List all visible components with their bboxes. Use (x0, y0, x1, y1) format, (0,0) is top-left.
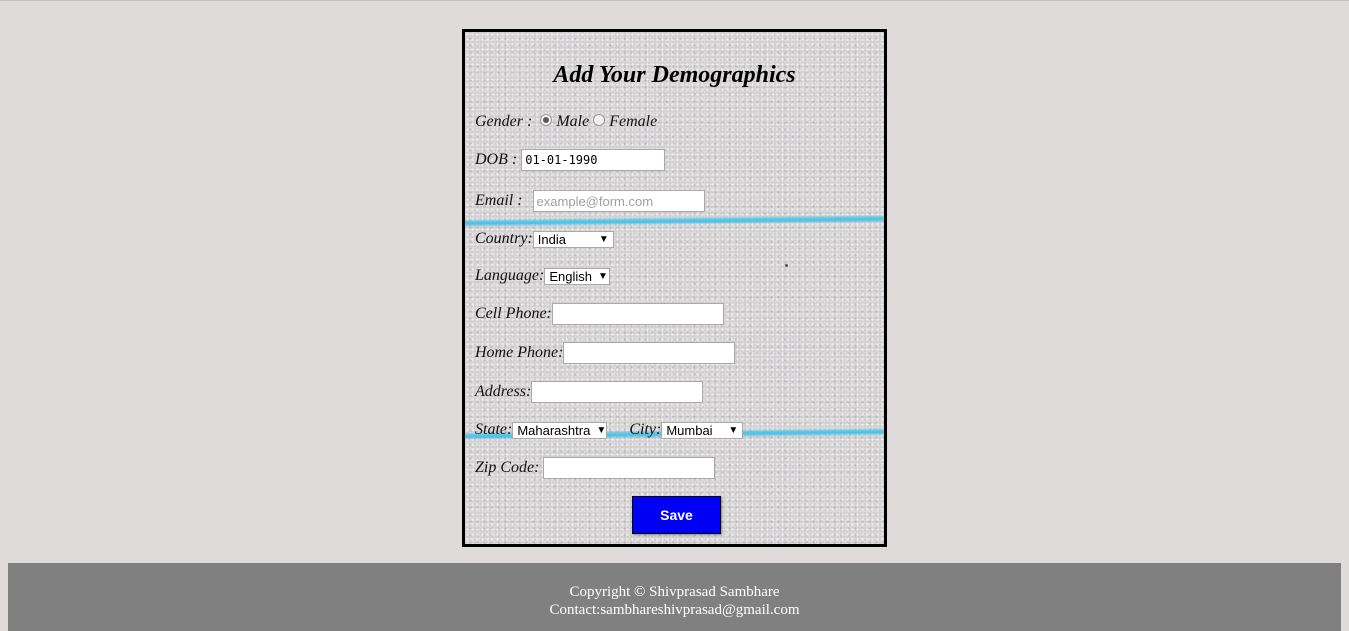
save-button[interactable]: Save (632, 496, 721, 534)
zip-code-row: Zip Code: (475, 456, 716, 480)
address-row: Address: (475, 380, 704, 404)
ruled-line-decoration (465, 214, 884, 228)
gender-female-radio[interactable] (593, 114, 606, 126)
home-phone-label: Home Phone: (475, 344, 564, 361)
cell-phone-input[interactable] (551, 303, 724, 325)
footer: Copyright © Shivprasad Sambhare Contact:… (8, 563, 1341, 631)
country-select[interactable]: India ▼ (532, 230, 614, 248)
chevron-down-icon: ▼ (598, 233, 609, 245)
home-phone-row: Home Phone: (475, 341, 736, 365)
chevron-down-icon: ▼ (728, 424, 739, 436)
gender-male-radio[interactable] (540, 114, 553, 126)
city-selected-value: Mumbai (666, 422, 713, 438)
language-select[interactable]: English ▼ (544, 267, 611, 285)
city-select[interactable]: Mumbai ▼ (661, 421, 744, 439)
country-label: Country: (475, 230, 533, 247)
state-select[interactable]: Maharashtra ▼ (512, 421, 608, 439)
gender-row: Gender : Male Female (475, 110, 657, 134)
cell-phone-row: Cell Phone: (475, 302, 724, 326)
chevron-down-icon: ▼ (596, 424, 607, 436)
state-city-row: State: Maharashtra ▼ City: Mumbai ▼ (475, 418, 744, 442)
chevron-down-icon: ▼ (597, 270, 608, 282)
page: Add Your Demographics Gender : Male Fema… (0, 0, 1349, 631)
gender-label: Gender : (475, 113, 533, 130)
home-phone-input[interactable] (563, 342, 736, 364)
gender-male-label: Male (556, 113, 590, 130)
language-label: Language: (475, 267, 545, 284)
address-input[interactable] (531, 381, 704, 403)
zip-code-label: Zip Code: (475, 459, 540, 476)
email-label: Email : (475, 192, 523, 209)
dob-row: DOB : (475, 148, 666, 172)
country-row: Country: India ▼ (475, 227, 614, 251)
address-label: Address: (475, 383, 532, 400)
state-selected-value: Maharashtra (517, 422, 591, 438)
state-label: State: (475, 421, 513, 438)
city-label: City: (629, 421, 662, 438)
email-input[interactable] (532, 190, 705, 212)
zip-code-input[interactable] (543, 457, 716, 479)
footer-contact: Contact:sambhareshivprasad@gmail.com (549, 602, 800, 618)
gender-female-label: Female (609, 113, 658, 130)
language-row: Language: English ▼ (475, 264, 611, 288)
country-selected-value: India (537, 231, 566, 247)
paper-speck-decoration (785, 264, 788, 267)
dob-input[interactable] (521, 149, 666, 171)
email-row: Email : (475, 189, 705, 213)
demographics-form: Add Your Demographics Gender : Male Fema… (462, 29, 887, 547)
cell-phone-label: Cell Phone: (475, 305, 552, 322)
form-title: Add Your Demographics (553, 62, 796, 88)
dob-label: DOB : (475, 151, 518, 168)
language-selected-value: English (549, 268, 592, 284)
footer-copyright: Copyright © Shivprasad Sambhare (569, 584, 780, 600)
